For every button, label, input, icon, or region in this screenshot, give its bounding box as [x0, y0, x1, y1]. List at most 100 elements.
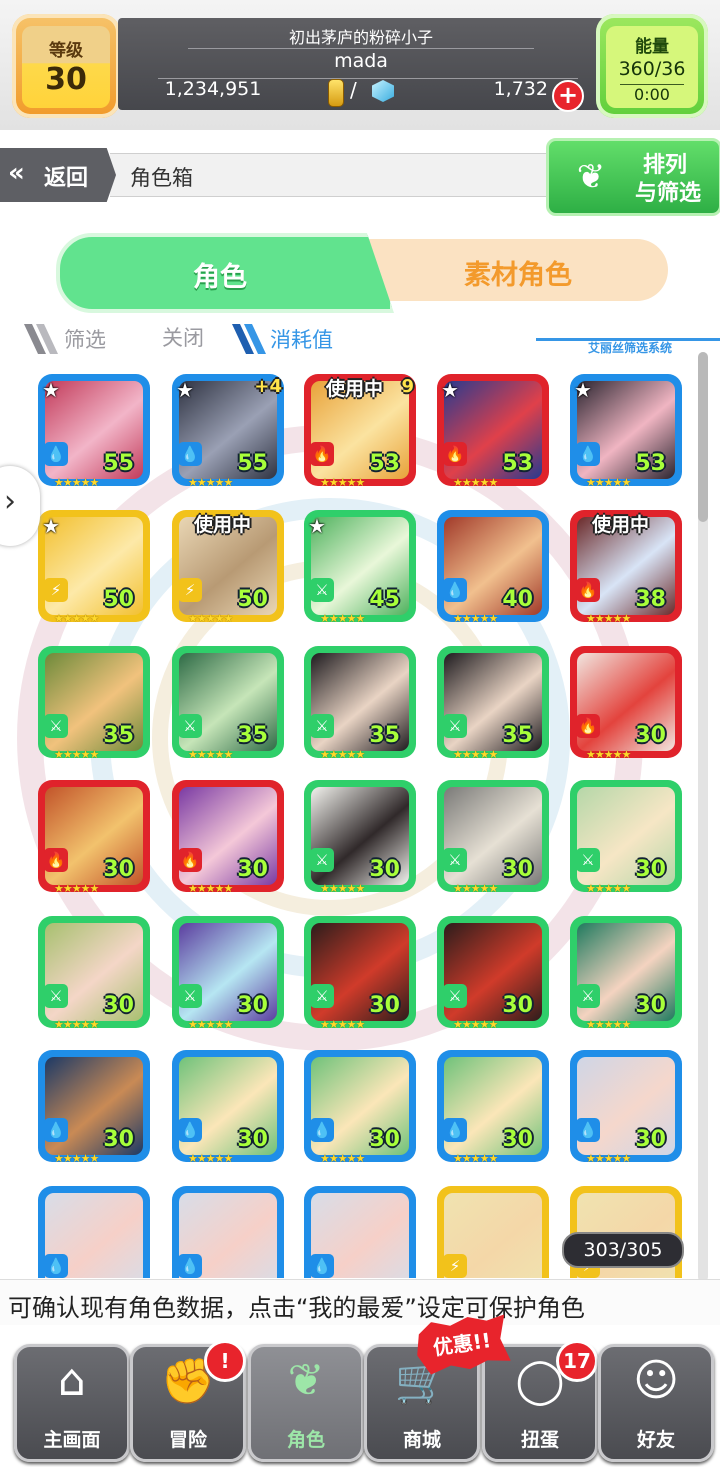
rarity-stars: ★★★★★ [54, 882, 99, 892]
nav-button[interactable]: ❦ 角色 [248, 1344, 364, 1462]
character-card[interactable]: ⚔ 30 ★★★★★ [304, 780, 416, 892]
rarity-stars: ★★★★★ [188, 882, 233, 892]
sort-filter-button[interactable]: ❦ 排列 与筛选 [546, 138, 720, 216]
card-level: 30 [369, 1127, 400, 1152]
character-card[interactable]: 💧 40 ★★★★★ [437, 510, 549, 622]
character-card[interactable]: 🔥 30 ★★★★★ [172, 780, 284, 892]
sort-by-value[interactable]: 消耗值 [270, 324, 333, 354]
card-level: 35 [237, 723, 268, 748]
rarity-stars: ★★★★★ [586, 1152, 631, 1162]
filter-label[interactable]: 筛选 [64, 324, 106, 354]
back-button[interactable]: « 返回 [0, 148, 116, 202]
filter-state[interactable]: 关闭 [162, 322, 204, 352]
rarity-stars: ★★★★★ [320, 882, 365, 892]
character-card[interactable]: ⚔ 30 ★★★★★ [570, 780, 682, 892]
energy-badge[interactable]: 能量 360/36 0:00 [596, 14, 708, 118]
character-card[interactable]: ⚔ 30 ★★★★★ [570, 916, 682, 1028]
character-card[interactable]: ⚔ 35 ★★★★★ [172, 646, 284, 758]
character-card[interactable]: ★ ⚔ 45 ★★★★★ [304, 510, 416, 622]
character-card[interactable]: 💧 30 ★★★★★ [172, 1050, 284, 1162]
character-card[interactable]: ★ ⚡ 50 ★★★★★ [38, 510, 150, 622]
water-element-icon: 💧 [310, 1118, 334, 1142]
water-element-icon: 💧 [178, 1254, 202, 1278]
character-card[interactable]: 使用中 9 🔥 53 ★★★★★ [304, 374, 416, 486]
character-card[interactable]: ⚡ [437, 1186, 549, 1278]
filter-label: 与筛选 [635, 181, 702, 206]
nav-button[interactable]: ⌂ 主画面 [14, 1344, 130, 1462]
in-use-badge: 使用中 [326, 378, 384, 400]
rarity-stars: ★★★★★ [453, 882, 498, 892]
card-level: 30 [502, 857, 533, 882]
character-card[interactable]: ⚔ 30 ★★★★★ [437, 780, 549, 892]
card-level: 55 [103, 451, 134, 476]
character-card[interactable]: 💧 [38, 1186, 150, 1278]
back-label: 返回 [44, 166, 89, 191]
character-card[interactable]: 🔥 30 ★★★★★ [38, 780, 150, 892]
bunny-icon: ❦ [576, 157, 606, 197]
water-element-icon: 💧 [576, 1118, 600, 1142]
card-level: 30 [635, 723, 666, 748]
scrollbar-thumb[interactable] [698, 352, 708, 522]
favorite-star-icon: ★ [42, 514, 60, 538]
character-card[interactable]: 🔥 30 ★★★★★ [570, 646, 682, 758]
tab-characters[interactable]: 角色 [56, 233, 394, 313]
tab-material-characters[interactable]: 素材角色 [368, 239, 668, 301]
rarity-stars: ★★★★★ [54, 1152, 99, 1162]
character-card[interactable]: 💧 30 ★★★★★ [437, 1050, 549, 1162]
rarity-stars: ★★★★★ [54, 612, 99, 622]
character-card[interactable]: ⚔ 30 ★★★★★ [304, 916, 416, 1028]
character-card[interactable]: 💧 [304, 1186, 416, 1278]
character-card[interactable]: ⚔ 35 ★★★★★ [38, 646, 150, 758]
nav-button[interactable]: ☺ 好友 [598, 1344, 714, 1462]
character-card[interactable]: 💧 30 ★★★★★ [304, 1050, 416, 1162]
thunder-element-icon: ⚡ [178, 578, 202, 602]
rarity-stars: ★★★★★ [54, 1018, 99, 1028]
character-card[interactable]: 💧 30 ★★★★★ [38, 1050, 150, 1162]
nav-label: 好友 [636, 1429, 675, 1451]
character-card[interactable]: ⚔ 30 ★★★★★ [437, 916, 549, 1028]
side-drawer-toggle[interactable]: › [0, 466, 40, 546]
home-icon: ⌂ [58, 1355, 86, 1406]
rarity-stars: ★★★★★ [320, 612, 365, 622]
card-level: 30 [502, 1127, 533, 1152]
card-level: 50 [237, 587, 268, 612]
character-count-badge: 303/305 [562, 1232, 684, 1268]
character-card[interactable]: ★ 🔥 53 ★★★★★ [437, 374, 549, 486]
rarity-stars: ★★★★★ [453, 1018, 498, 1028]
tab-label: 角色 [193, 262, 247, 293]
rarity-stars: ★★★★★ [320, 1152, 365, 1162]
page-title: 角色箱 [130, 166, 193, 190]
card-level: 53 [502, 451, 533, 476]
character-card[interactable]: ★ +4 💧 55 ★★★★★ [172, 374, 284, 486]
card-level: 50 [103, 587, 134, 612]
character-card[interactable]: ★ 💧 55 ★★★★★ [38, 374, 150, 486]
slash-decoration-icon [232, 324, 266, 354]
gem-icon [372, 80, 394, 102]
character-card[interactable]: 💧 [172, 1186, 284, 1278]
character-card[interactable]: ⚔ 30 ★★★★★ [172, 916, 284, 1028]
add-gems-button[interactable]: + [552, 80, 584, 112]
water-element-icon: 💧 [178, 1118, 202, 1142]
in-use-badge: 使用中 [194, 514, 252, 536]
character-card[interactable]: ⚔ 35 ★★★★★ [304, 646, 416, 758]
character-card[interactable]: ⚔ 30 ★★★★★ [38, 916, 150, 1028]
wood-element-icon: ⚔ [443, 984, 467, 1008]
character-card[interactable]: ★ 💧 53 ★★★★★ [570, 374, 682, 486]
water-element-icon: 💧 [44, 1118, 68, 1142]
card-level: 30 [369, 857, 400, 882]
notification-badge: ! [204, 1340, 246, 1382]
fire-element-icon: 🔥 [576, 578, 600, 602]
character-grid[interactable]: ★ 💧 55 ★★★★★ ★ +4 💧 55 ★★★★★ 使用中 9 🔥 53 ★★★★★ ★ 🔥 53 ★★★★… [0, 358, 720, 1278]
rarity-stars: ★★★★★ [586, 748, 631, 758]
character-card[interactable]: 使用中 🔥 38 ★★★★★ [570, 510, 682, 622]
fire-element-icon: 🔥 [44, 848, 68, 872]
hint-ticker: 可确认现有角色数据，点击“我的最爱”设定可保护角色 [0, 1279, 720, 1327]
character-card[interactable]: 💧 30 ★★★★★ [570, 1050, 682, 1162]
character-card[interactable]: 使用中 ⚡ 50 ★★★★★ [172, 510, 284, 622]
wood-element-icon: ⚔ [44, 714, 68, 738]
rarity-stars: ★★★★★ [453, 1152, 498, 1162]
card-level: 35 [103, 723, 134, 748]
fire-element-icon: 🔥 [443, 442, 467, 466]
character-card[interactable]: ⚔ 35 ★★★★★ [437, 646, 549, 758]
card-level: 55 [237, 451, 268, 476]
